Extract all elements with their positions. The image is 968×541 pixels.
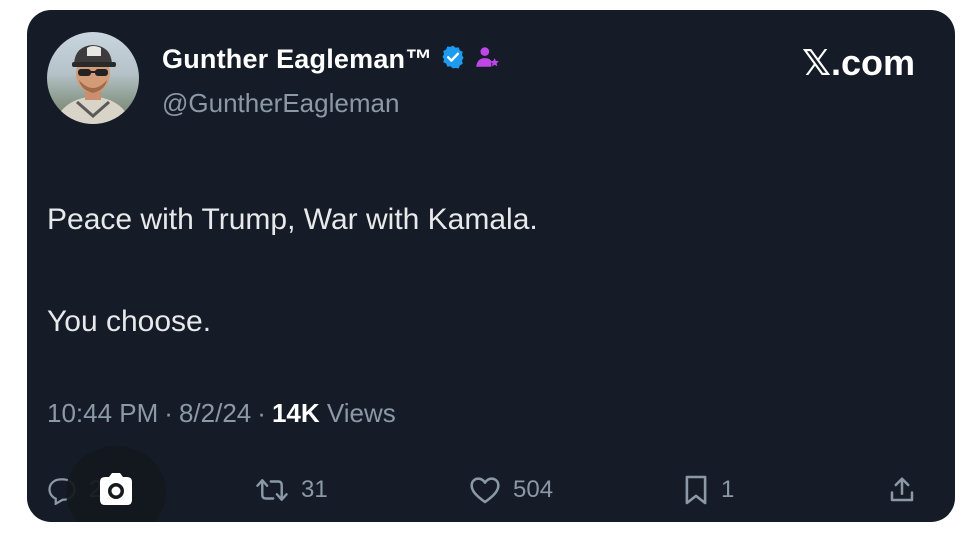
- x-com-logo: 𝕏.com: [801, 42, 915, 83]
- avatar[interactable]: [47, 32, 139, 124]
- views-count: 14K: [271, 398, 320, 428]
- user-handle[interactable]: @GuntherEagleman: [162, 88, 399, 119]
- affiliate-badge-icon: [474, 44, 500, 75]
- like-button[interactable]: 504: [469, 468, 553, 512]
- share-icon: [887, 474, 917, 506]
- lens-icon: [94, 470, 138, 515]
- meta-separator: ·: [164, 398, 173, 428]
- display-name[interactable]: Gunther Eagleman™: [162, 44, 432, 75]
- heart-icon: [469, 475, 501, 505]
- lens-overlay-button[interactable]: [66, 446, 166, 522]
- verified-badge-icon: [440, 44, 466, 75]
- meta-separator: ·: [257, 398, 266, 428]
- tweet-line: Peace with Trump, War with Kamala.: [47, 203, 538, 236]
- tweet-line: You choose.: [47, 305, 212, 338]
- retweet-button[interactable]: 31: [255, 468, 328, 512]
- user-name-row: Gunther Eagleman™: [162, 44, 500, 75]
- tweet-card: Gunther Eagleman™ @GuntherEagleman 𝕏.com…: [27, 10, 955, 522]
- tweet-metadata: 10:44 PM · 8/2/24 · 14K Views: [47, 398, 396, 429]
- bookmark-icon: [683, 474, 709, 506]
- bookmark-button[interactable]: 1: [683, 468, 734, 512]
- views-label: Views: [326, 398, 396, 428]
- tweet-date[interactable]: 8/2/24: [179, 398, 251, 429]
- tweet-time[interactable]: 10:44 PM: [47, 398, 158, 429]
- retweet-icon: [255, 475, 289, 505]
- bookmark-count: 1: [721, 476, 735, 503]
- retweet-count: 31: [301, 476, 328, 503]
- like-count: 504: [513, 476, 554, 503]
- tweet-text: Peace with Trump, War with Kamala. You c…: [47, 194, 538, 347]
- share-button[interactable]: [887, 468, 917, 512]
- action-bar: 20 31 504: [27, 468, 955, 512]
